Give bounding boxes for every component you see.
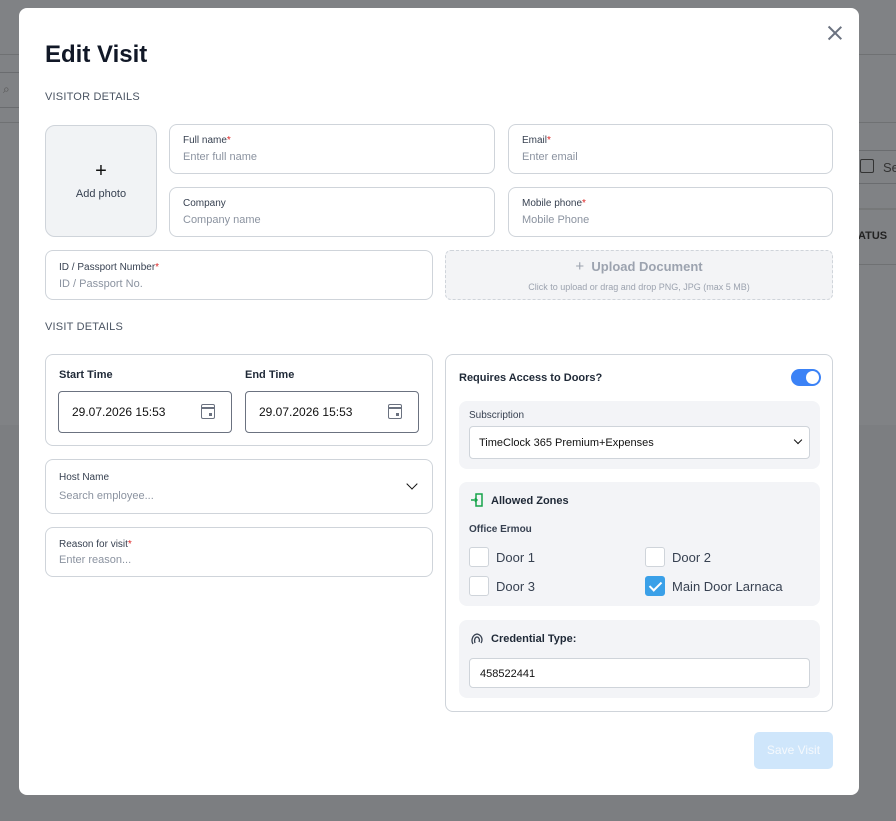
background-divider: [859, 122, 896, 123]
add-photo-button[interactable]: + Add photo: [45, 125, 157, 237]
background-divider: [0, 122, 20, 123]
door-enter-icon: [471, 493, 483, 507]
requires-access-toggle[interactable]: [791, 369, 821, 386]
mobile-phone-field[interactable]: Mobile phone* Mobile Phone: [508, 187, 833, 237]
visit-time-card: Start Time End Time 29.07.2026 15:53 29.…: [45, 354, 433, 446]
door-3-label: Door 3: [496, 579, 536, 594]
end-time-input[interactable]: 29.07.2026 15:53: [245, 391, 419, 433]
background-divider: [0, 54, 20, 55]
background-divider: [859, 264, 896, 265]
company-label: Company: [183, 198, 226, 209]
close-icon[interactable]: [827, 25, 843, 41]
reason-input[interactable]: Enter reason...: [59, 554, 131, 566]
allowed-zones-panel: Allowed Zones Office Ermou Door 1 Door 2…: [459, 482, 820, 606]
full-name-input[interactable]: Enter full name: [183, 151, 257, 163]
background-date-label: Se: [883, 160, 896, 175]
chevron-down-icon[interactable]: [406, 478, 418, 490]
requires-access-label: Requires Access to Doors?: [459, 372, 603, 384]
id-passport-field[interactable]: ID / Passport Number* ID / Passport No.: [45, 250, 433, 300]
company-input[interactable]: Company name: [183, 214, 261, 226]
email-input[interactable]: Enter email: [522, 151, 578, 163]
host-name-field[interactable]: Host Name Search employee...: [45, 459, 433, 514]
door-2-label: Door 2: [672, 550, 712, 565]
chevron-down-icon: [793, 435, 803, 445]
visitor-details-label: VISITOR DETAILS: [45, 91, 140, 103]
modal-title: Edit Visit: [45, 41, 148, 68]
subscription-label: Subscription: [469, 410, 525, 421]
plus-icon: +: [575, 258, 585, 275]
start-time-input[interactable]: 29.07.2026 15:53: [58, 391, 232, 433]
add-photo-label: Add photo: [75, 188, 127, 200]
end-time-label: End Time: [245, 369, 295, 381]
subscription-panel: Subscription TimeClock 365 Premium+Expen…: [459, 401, 820, 469]
end-time-value: 29.07.2026 15:53: [259, 405, 353, 419]
mobile-phone-label: Mobile phone*: [522, 198, 586, 209]
door-access-card: Requires Access to Doors? Subscription T…: [445, 354, 833, 712]
email-label: Email*: [522, 135, 551, 146]
upload-document-title: + Upload Document: [575, 258, 703, 275]
main-door-larnaca-label: Main Door Larnaca: [672, 579, 783, 594]
calendar-icon: [860, 159, 874, 173]
reason-label: Reason for visit*: [59, 539, 132, 550]
credential-type-title: Credential Type:: [491, 633, 577, 645]
background-divider: [859, 54, 896, 55]
email-field[interactable]: Email* Enter email: [508, 124, 833, 174]
full-name-field[interactable]: Full name* Enter full name: [169, 124, 495, 174]
start-time-value: 29.07.2026 15:53: [72, 405, 166, 419]
door-3-checkbox[interactable]: [469, 576, 489, 596]
door-2-checkbox[interactable]: [645, 547, 665, 567]
background-status-header: ATUS: [858, 230, 888, 242]
search-icon: ⌕: [3, 82, 10, 96]
door-1-checkbox[interactable]: [469, 547, 489, 567]
reason-field[interactable]: Reason for visit* Enter reason...: [45, 527, 433, 577]
save-visit-button[interactable]: Save Visit: [754, 732, 833, 769]
plus-icon: +: [95, 160, 107, 182]
id-passport-label: ID / Passport Number*: [59, 262, 160, 273]
calendar-icon[interactable]: [388, 404, 402, 419]
toggle-knob: [806, 371, 819, 384]
main-door-larnaca-checkbox[interactable]: [645, 576, 665, 596]
background-divider: [859, 208, 896, 210]
host-name-input[interactable]: Search employee...: [59, 490, 154, 502]
credential-panel: Credential Type: 458522441: [459, 620, 820, 698]
subscription-select[interactable]: TimeClock 365 Premium+Expenses: [469, 426, 810, 459]
id-passport-input[interactable]: ID / Passport No.: [59, 278, 143, 290]
mobile-phone-input[interactable]: Mobile Phone: [522, 214, 589, 226]
allowed-zones-title: Allowed Zones: [491, 495, 569, 507]
upload-document-dropzone[interactable]: + Upload Document Click to upload or dra…: [445, 250, 833, 300]
credential-input[interactable]: 458522441: [469, 658, 810, 688]
edit-visit-modal: Edit Visit VISITOR DETAILS + Add photo F…: [19, 8, 859, 795]
calendar-icon[interactable]: [201, 404, 215, 419]
start-time-label: Start Time: [59, 369, 113, 381]
host-name-label: Host Name: [59, 472, 110, 483]
zone-name: Office Ermou: [469, 524, 532, 535]
visit-details-label: VISIT DETAILS: [45, 321, 123, 333]
door-1-label: Door 1: [496, 550, 536, 565]
subscription-value: TimeClock 365 Premium+Expenses: [479, 437, 654, 449]
fingerprint-icon: [471, 633, 483, 645]
company-field[interactable]: Company Company name: [169, 187, 495, 237]
credential-value: 458522441: [480, 668, 536, 680]
full-name-label: Full name*: [183, 135, 231, 146]
upload-document-hint: Click to upload or drag and drop PNG, JP…: [528, 282, 750, 292]
